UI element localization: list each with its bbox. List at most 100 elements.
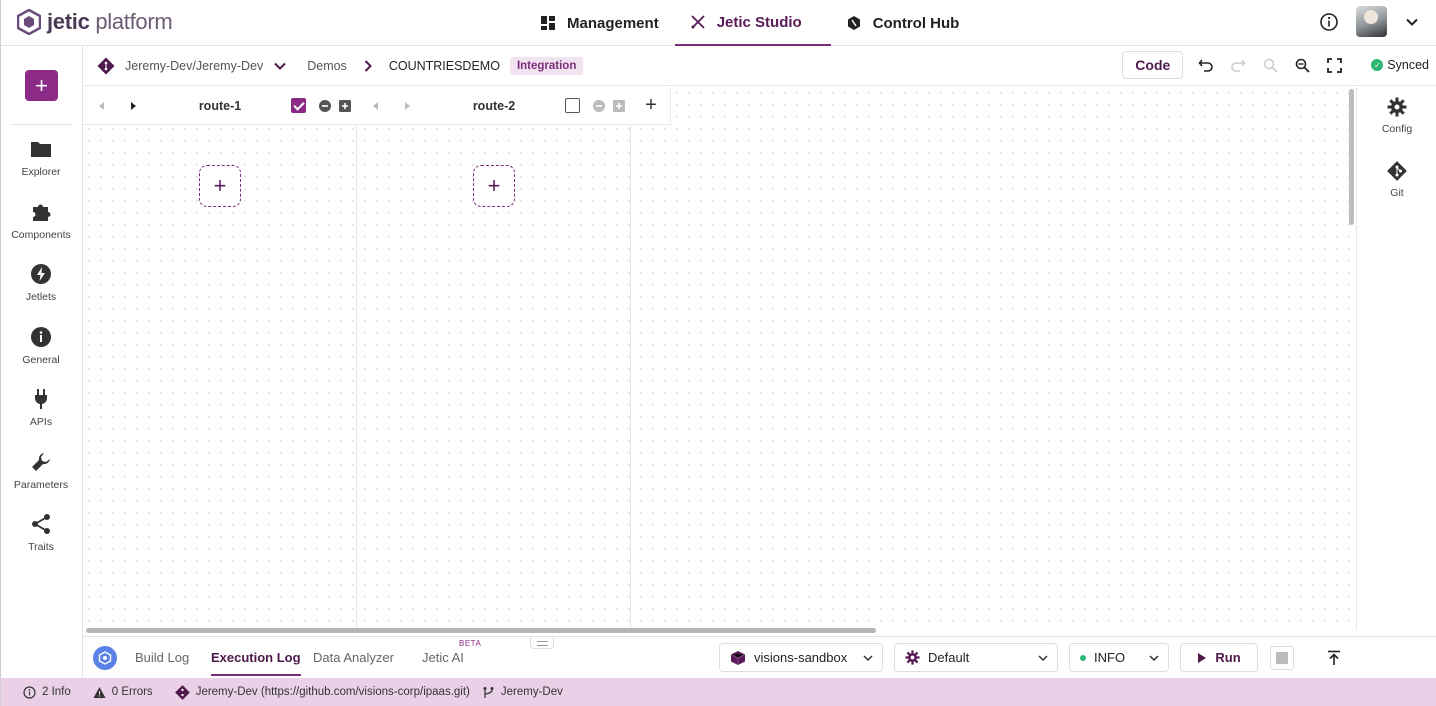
route-name[interactable]: route-1	[83, 99, 357, 113]
chevron-down-icon[interactable]	[1405, 15, 1419, 29]
chevron-down-icon[interactable]	[273, 59, 287, 73]
expand-icon[interactable]	[613, 100, 625, 112]
sub-header: Jeremy-Dev/Jeremy-Dev Demos COUNTRIESDEM…	[83, 46, 1436, 86]
sidebar-item-components[interactable]: Components	[1, 201, 81, 241]
right-panel-config[interactable]: Config	[1357, 97, 1436, 135]
tab-jetic-ai[interactable]: Jetic AI	[422, 650, 464, 665]
top-right-actions	[1320, 6, 1419, 37]
tab-build-log[interactable]: Build Log	[135, 650, 189, 665]
nav-jetic-studio[interactable]: Jetic Studio	[674, 0, 831, 46]
play-icon	[1198, 652, 1207, 663]
sidebar-item-explorer[interactable]: Explorer	[1, 138, 81, 178]
log-level-select[interactable]: INFO	[1069, 643, 1169, 672]
status-repo[interactable]: Jeremy-Dev (https://github.com/visions-c…	[174, 684, 470, 700]
right-panel-git[interactable]: Git	[1357, 161, 1436, 199]
sidebar-item-jetlets[interactable]: Jetlets	[1, 263, 81, 303]
folder-icon	[31, 142, 51, 157]
environment-select[interactable]: visions-sandbox	[719, 643, 883, 672]
nav-label: Control Hub	[872, 14, 960, 32]
sidebar-item-general[interactable]: General	[1, 326, 81, 366]
sidebar-item-label: Traits	[28, 541, 54, 553]
branch-icon	[483, 686, 494, 698]
logo[interactable]: jetic platform	[17, 8, 173, 36]
tab-execution-log[interactable]: Execution Log	[211, 650, 301, 676]
git-diamond-icon	[97, 57, 115, 75]
bolt-icon	[31, 264, 51, 284]
profile-select[interactable]: Default	[894, 643, 1058, 672]
status-errors[interactable]: 0 Errors	[93, 686, 153, 699]
top-bar: jetic platform Management Jetic Studio C…	[1, 0, 1436, 46]
avatar[interactable]	[1356, 6, 1387, 37]
sidebar-item-label: General	[22, 354, 60, 366]
route-select-checkbox[interactable]	[291, 98, 306, 113]
zoom-out-button[interactable]	[1293, 56, 1311, 74]
log-level-value: INFO	[1094, 650, 1126, 665]
add-step-button[interactable]: +	[199, 165, 241, 207]
fullscreen-icon	[1326, 57, 1342, 73]
collapse-icon[interactable]	[593, 100, 605, 112]
sidebar-item-traits[interactable]: Traits	[1, 513, 81, 553]
wrench-icon	[32, 453, 50, 471]
synced-check-icon: ✓	[1371, 59, 1384, 71]
top-nav: Management Jetic Studio Control Hub	[525, 0, 975, 46]
status-bar: 2 Info 0 Errors Jeremy-Dev (https://gith…	[1, 678, 1436, 706]
breadcrumb-folder[interactable]: Demos	[307, 59, 347, 73]
route-name[interactable]: route-2	[357, 99, 631, 113]
environment-value: visions-sandbox	[754, 650, 848, 665]
git-icon	[174, 684, 190, 700]
run-label: Run	[1215, 650, 1241, 665]
status-info[interactable]: 2 Info	[23, 685, 71, 699]
info-icon[interactable]	[1320, 12, 1338, 31]
add-route-button[interactable]: +	[632, 87, 671, 125]
horizontal-scrollbar[interactable]	[86, 628, 876, 633]
fullscreen-button[interactable]	[1325, 56, 1343, 74]
route-select-checkbox[interactable]	[565, 98, 580, 113]
info-circle-icon	[31, 327, 51, 347]
zoom-in-button[interactable]	[1261, 56, 1279, 74]
sidebar-item-apis[interactable]: APIs	[1, 388, 81, 428]
zoom-in-icon	[1263, 58, 1278, 73]
breadcrumb-project: COUNTRIESDEMO	[388, 59, 500, 73]
chevron-down-icon	[863, 655, 873, 662]
nav-control-hub[interactable]: Control Hub	[831, 0, 976, 46]
jetic-hex-icon	[93, 646, 117, 670]
zoom-out-icon	[1295, 58, 1310, 73]
nav-label: Jetic Studio	[716, 13, 802, 31]
vertical-scrollbar[interactable]	[1349, 89, 1354, 225]
panel-resize-handle[interactable]	[530, 637, 554, 649]
app-window: jetic platform Management Jetic Studio C…	[0, 0, 1436, 706]
bottom-panel: Build Log Execution Log Data Analyzer Je…	[83, 636, 1436, 678]
sidebar-divider	[11, 124, 71, 125]
redo-button[interactable]	[1229, 56, 1247, 74]
sync-status: ✓ Synced	[1371, 58, 1429, 72]
sidebar-item-parameters[interactable]: Parameters	[1, 451, 81, 491]
profile-value: Default	[928, 650, 970, 665]
beta-badge: BETA	[459, 639, 482, 648]
tools-icon	[691, 15, 705, 29]
canvas-toolbar: Code ✓ Synced	[1122, 51, 1429, 79]
logo-text: jetic platform	[47, 9, 173, 34]
undo-button[interactable]	[1197, 56, 1215, 74]
plug-icon	[35, 389, 47, 409]
route-header: route-2	[357, 87, 631, 125]
left-sidebar: + Explorer Components Jetlets General AP…	[1, 46, 83, 678]
add-button[interactable]: +	[25, 70, 58, 101]
collapse-icon[interactable]	[319, 100, 331, 112]
nav-management[interactable]: Management	[525, 0, 675, 46]
design-canvas[interactable]: route-1 + route-2 + +	[83, 87, 1356, 630]
undo-icon	[1198, 59, 1214, 72]
status-branch[interactable]: Jeremy-Dev	[482, 686, 563, 699]
tab-data-analyzer[interactable]: Data Analyzer	[313, 650, 394, 665]
stop-button[interactable]	[1270, 646, 1294, 670]
route-header: route-1	[83, 87, 357, 125]
collapse-panel-button[interactable]	[1322, 646, 1346, 670]
right-panel: Config Git	[1356, 87, 1436, 630]
expand-icon[interactable]	[339, 100, 351, 112]
hub-icon	[847, 16, 860, 30]
gear-icon	[1387, 97, 1407, 117]
code-button[interactable]: Code	[1122, 51, 1184, 79]
breadcrumb-repo[interactable]: Jeremy-Dev/Jeremy-Dev	[125, 59, 263, 73]
run-button[interactable]: Run	[1180, 643, 1258, 672]
sync-status-label: Synced	[1387, 58, 1429, 72]
add-step-button[interactable]: +	[473, 165, 515, 207]
